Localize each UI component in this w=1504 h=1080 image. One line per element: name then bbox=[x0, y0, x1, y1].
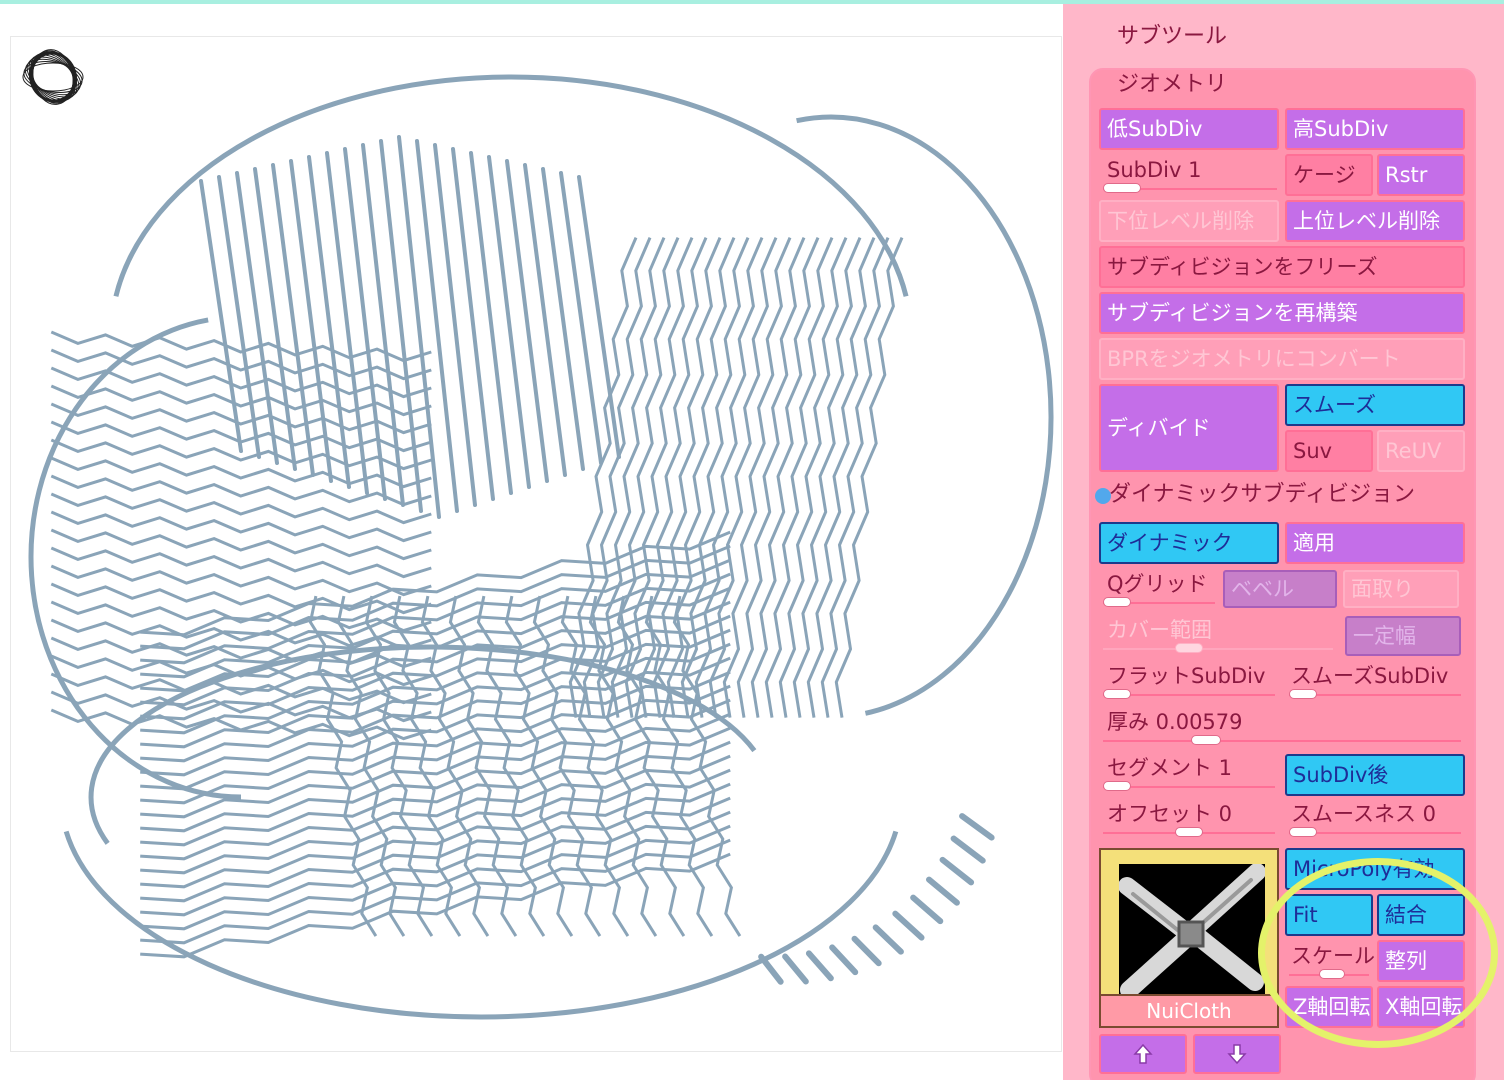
lower-subdiv-button[interactable]: 低SubDiv bbox=[1099, 108, 1279, 150]
reuv-toggle[interactable]: ReUV bbox=[1377, 430, 1465, 472]
dynamic-subdiv-header[interactable]: ダイナミックサブディビジョン bbox=[1109, 484, 1415, 506]
thickness-track bbox=[1103, 740, 1461, 742]
smoothness-knob[interactable] bbox=[1289, 827, 1317, 837]
smooth-subdiv-label: スムーズSubDiv bbox=[1291, 664, 1449, 688]
coverage-track bbox=[1103, 648, 1333, 650]
smooth-subdiv-slider[interactable]: スムーズSubDiv bbox=[1285, 660, 1465, 702]
3d-viewport[interactable] bbox=[10, 36, 1062, 1052]
dynamic-toggle[interactable]: ダイナミック bbox=[1099, 522, 1279, 564]
bevel-toggle[interactable]: ベベル bbox=[1223, 570, 1337, 608]
align-toggle[interactable]: 整列 bbox=[1377, 940, 1465, 982]
subdiv-level-knob[interactable] bbox=[1103, 183, 1141, 193]
delete-lower-button[interactable]: 下位レベル削除 bbox=[1099, 200, 1279, 242]
after-subdiv-toggle[interactable]: SubDiv後 bbox=[1285, 754, 1465, 796]
fit-toggle[interactable]: Fit bbox=[1285, 894, 1373, 936]
micropoly-toggle[interactable]: MicroPoly有効 bbox=[1285, 848, 1465, 890]
flat-subdiv-label: フラットSubDiv bbox=[1107, 664, 1266, 688]
offset-slider[interactable]: オフセット 0 bbox=[1099, 798, 1279, 840]
thickness-label: 厚み 0.00579 bbox=[1107, 710, 1243, 734]
constant-width-toggle[interactable]: 一定幅 bbox=[1345, 616, 1461, 656]
micromesh-thumbnail-label: NuiCloth bbox=[1101, 994, 1277, 1026]
cloth-mesh-render[interactable] bbox=[11, 37, 1062, 1052]
scale-label: スケール bbox=[1291, 944, 1375, 968]
z-rotate-button[interactable]: Z軸回転 bbox=[1285, 986, 1373, 1028]
merge-toggle[interactable]: 結合 bbox=[1377, 894, 1465, 936]
qgrid-knob[interactable] bbox=[1103, 597, 1131, 607]
divide-button[interactable]: ディバイド bbox=[1099, 384, 1279, 472]
higher-subdiv-button[interactable]: 高SubDiv bbox=[1285, 108, 1465, 150]
next-micromesh-button[interactable] bbox=[1193, 1034, 1281, 1074]
navigation-gizmo-icon[interactable] bbox=[15, 41, 95, 121]
scale-slider[interactable]: スケール bbox=[1285, 940, 1375, 982]
thickness-knob[interactable] bbox=[1191, 735, 1221, 745]
panel-title: サブツール bbox=[1117, 24, 1228, 49]
thickness-slider[interactable]: 厚み 0.00579 bbox=[1099, 706, 1465, 748]
smoothness-slider[interactable]: スムースネス 0 bbox=[1285, 798, 1465, 840]
segments-label: セグメント 1 bbox=[1107, 756, 1233, 780]
coverage-knob[interactable] bbox=[1175, 643, 1203, 653]
rstr-button[interactable]: Rstr bbox=[1377, 154, 1465, 196]
micromesh-preview-image bbox=[1118, 863, 1266, 999]
previous-micromesh-button[interactable] bbox=[1099, 1034, 1187, 1074]
coverage-slider[interactable]: カバー範囲 bbox=[1099, 614, 1337, 656]
subdiv-level-label: SubDiv 1 bbox=[1107, 158, 1202, 182]
freeze-subdiv-button[interactable]: サブディビジョンをフリーズ bbox=[1099, 246, 1465, 288]
cage-button[interactable]: ケージ bbox=[1285, 154, 1373, 196]
subtool-panel: サブツール ジオメトリ 低SubDiv 高SubDiv SubDiv 1 ケージ… bbox=[1063, 4, 1504, 1080]
smoothness-label: スムースネス 0 bbox=[1291, 802, 1436, 826]
convert-bpr-button[interactable]: BPRをジオメトリにコンバート bbox=[1099, 338, 1465, 380]
apply-button[interactable]: 適用 bbox=[1285, 522, 1465, 564]
subdiv-level-slider[interactable]: SubDiv 1 bbox=[1099, 154, 1281, 196]
reconstruct-subdiv-button[interactable]: サブディビジョンを再構築 bbox=[1099, 292, 1465, 334]
suv-toggle[interactable]: Suv bbox=[1285, 430, 1373, 472]
micromesh-thumbnail[interactable]: NuiCloth bbox=[1099, 848, 1279, 1028]
geometry-header[interactable]: ジオメトリ bbox=[1117, 74, 1227, 96]
flat-subdiv-knob[interactable] bbox=[1103, 689, 1131, 699]
offset-label: オフセット 0 bbox=[1107, 802, 1233, 826]
scale-knob[interactable] bbox=[1319, 969, 1345, 979]
segments-slider[interactable]: セグメント 1 bbox=[1099, 752, 1279, 794]
smooth-subdiv-knob[interactable] bbox=[1289, 689, 1317, 699]
coverage-label: カバー範囲 bbox=[1107, 618, 1212, 642]
offset-knob[interactable] bbox=[1175, 827, 1203, 837]
flat-subdiv-slider[interactable]: フラットSubDiv bbox=[1099, 660, 1279, 702]
smooth-toggle[interactable]: スムーズ bbox=[1285, 384, 1465, 426]
segments-knob[interactable] bbox=[1103, 781, 1131, 791]
arrow-down-icon bbox=[1227, 1044, 1247, 1065]
delete-higher-button[interactable]: 上位レベル削除 bbox=[1285, 200, 1465, 242]
chamfer-toggle[interactable]: 面取り bbox=[1343, 570, 1459, 608]
qgrid-slider[interactable]: Qグリッド bbox=[1099, 568, 1219, 610]
arrow-up-icon bbox=[1133, 1043, 1153, 1064]
qgrid-label: Qグリッド bbox=[1107, 572, 1208, 596]
x-rotate-button[interactable]: X軸回転 bbox=[1377, 986, 1465, 1028]
